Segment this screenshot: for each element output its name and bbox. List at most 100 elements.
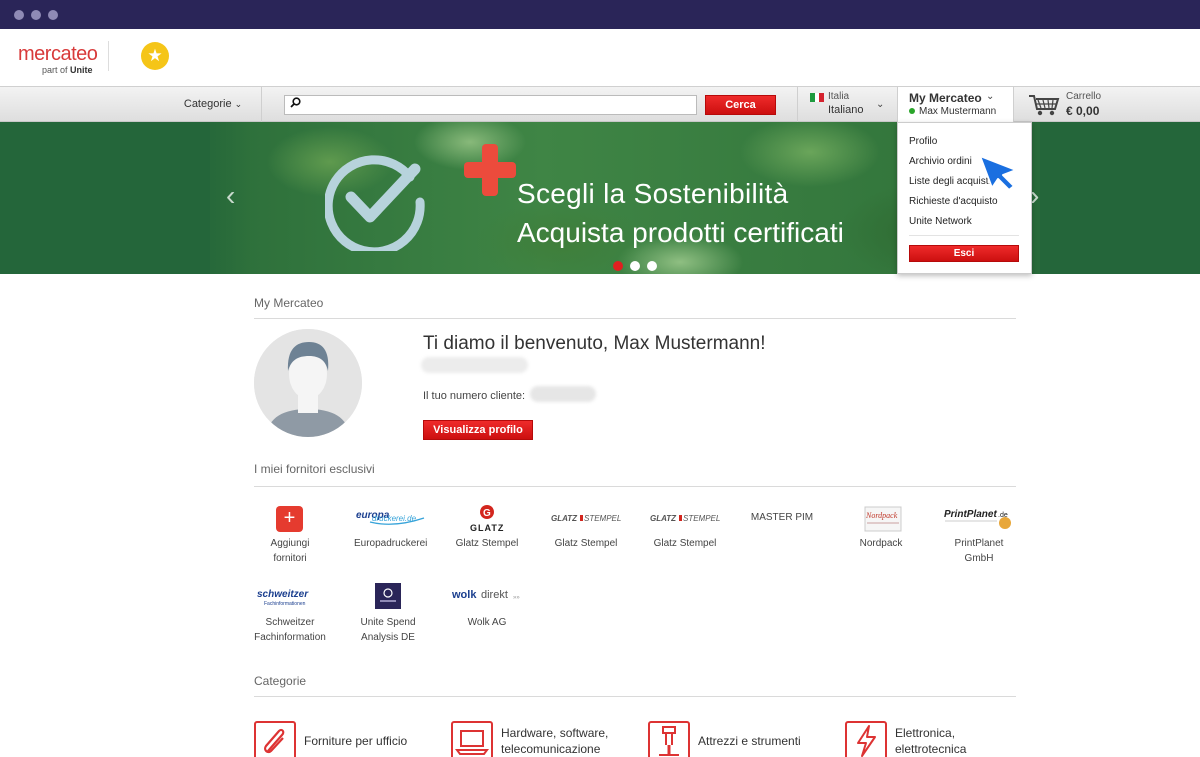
supplier-glatz-2[interactable]: GLATZ STEMPEL Glatz Stempel	[550, 504, 622, 551]
window-dot	[48, 10, 58, 20]
menu-item-order-archive[interactable]: Archivio ordini	[909, 156, 972, 167]
supplier-logo: schweitzer Fachinformationen	[254, 583, 326, 613]
carousel-dot[interactable]	[630, 261, 640, 271]
categories-label: Categorie	[183, 98, 232, 110]
search-button[interactable]: Cerca	[705, 95, 776, 115]
welcome-message: Ti diamo il benvenuto, Max Mustermann!	[423, 333, 766, 354]
window-titlebar	[0, 0, 1200, 29]
supplier-name: PrintPlanet GmbH	[954, 538, 1004, 564]
cart-amount: € 0,00	[1066, 104, 1100, 118]
section-title-suppliers: I miei fornitori esclusivi	[254, 462, 375, 476]
categories-menu-button[interactable]: Categorie ⌄	[165, 87, 262, 122]
supplier-name: Glatz Stempel	[653, 538, 717, 549]
menu-divider	[909, 235, 1019, 236]
logo-sub-prefix: part of	[42, 65, 68, 75]
search-input[interactable]	[305, 97, 693, 113]
supplier-glatz-3[interactable]: GLATZ STEMPEL Glatz Stempel	[649, 504, 721, 551]
section-divider	[254, 318, 1016, 319]
supplier-nordpack[interactable]: Nordpack Nordpack	[845, 504, 917, 551]
carousel-dot[interactable]	[647, 261, 657, 271]
logo-divider	[108, 41, 109, 71]
logout-button[interactable]: Esci	[909, 245, 1019, 262]
svg-text:»»: »»	[513, 595, 520, 601]
svg-text:GLATZ: GLATZ	[650, 514, 677, 523]
section-divider	[254, 486, 1016, 487]
svg-text:schweitzer: schweitzer	[257, 589, 309, 600]
country-label: Italia	[828, 91, 850, 102]
supplier-logo: GLATZ STEMPEL	[649, 504, 721, 534]
category-tools[interactable]: Attrezzi e strumenti	[648, 719, 828, 757]
supplier-logo	[352, 583, 424, 613]
svg-text:wolk: wolk	[451, 589, 477, 601]
menu-item-purchase-requests[interactable]: Richieste d'acquisto	[909, 196, 998, 207]
supplier-unite-spend[interactable]: Unite Spend Analysis DE	[352, 583, 424, 645]
supplier-logo: europa druckerei.de	[354, 504, 426, 534]
category-electronics[interactable]: Elettronica, elettrotecnica	[845, 719, 1015, 757]
redacted-company	[421, 357, 528, 373]
chevron-down-icon: ⌄	[986, 91, 995, 102]
category-name: Elettronica, elettrotecnica	[895, 726, 967, 756]
supplier-wolk[interactable]: wolk direkt »» Wolk AG	[451, 583, 523, 630]
star-icon[interactable]: ★	[141, 42, 169, 70]
supplier-name: Aggiungi fornitori	[270, 538, 310, 564]
menu-item-profile[interactable]: Profilo	[909, 136, 937, 147]
svg-text:STEMPEL: STEMPEL	[683, 514, 720, 523]
svg-text:STEMPEL: STEMPEL	[584, 514, 621, 523]
category-name: Attrezzi e strumenti	[698, 734, 801, 748]
search-icon	[290, 97, 301, 111]
avatar	[254, 329, 362, 437]
my-mercateo-title: My Mercateo	[909, 91, 982, 105]
svg-text:direkt: direkt	[481, 589, 508, 601]
logged-in-user: Max Mustermann	[909, 106, 996, 117]
chevron-down-icon: ⌄	[876, 99, 885, 110]
section-divider	[254, 696, 1016, 697]
search-box	[284, 95, 697, 115]
lightning-icon	[845, 721, 887, 757]
supplier-logo-text: MASTER PIM	[750, 512, 814, 523]
banner-subline: Acquista prodotti certificati	[517, 217, 844, 248]
carousel-dot-active[interactable]	[613, 261, 623, 271]
supplier-logo: GLATZ STEMPEL	[550, 504, 622, 534]
supplier-add[interactable]: + Aggiungi fornitori	[254, 504, 326, 566]
cart-button[interactable]: Carrello € 0,00	[1014, 87, 1124, 122]
section-title-my-mercateo: My Mercateo	[254, 296, 324, 310]
svg-text:PrintPlanet: PrintPlanet	[944, 509, 997, 520]
supplier-name: Glatz Stempel	[554, 538, 618, 549]
my-mercateo-menu[interactable]: My Mercateo ⌄ Max Mustermann	[897, 87, 1014, 123]
banner-headline: Scegli la Sostenibilità	[517, 178, 789, 209]
supplier-schweitzer[interactable]: schweitzer Fachinformationen Schweitzer F…	[254, 583, 326, 645]
redacted-customer-number	[530, 386, 596, 402]
svg-text:Nordpack: Nordpack	[865, 511, 898, 520]
supplier-logo: PrintPlanet .de	[943, 504, 1015, 534]
menu-item-unite-network[interactable]: Unite Network	[909, 216, 972, 227]
logo-wordmark: mercateo	[18, 43, 98, 65]
supplier-logo: G GLATZ	[451, 504, 523, 534]
site-header: mercateo part of Unite ★	[0, 29, 1200, 86]
chevron-left-icon[interactable]: ‹	[226, 180, 235, 212]
supplier-printplanet[interactable]: PrintPlanet .de PrintPlanet GmbH	[943, 504, 1015, 566]
cart-label: Carrello	[1066, 91, 1102, 102]
cart-icon	[1029, 95, 1060, 116]
my-mercateo-dropdown: Profilo Archivio ordini Liste degli acqu…	[897, 122, 1032, 274]
supplier-logo: Nordpack	[845, 504, 917, 534]
svg-text:G: G	[483, 508, 491, 519]
customer-number-label: Il tuo numero cliente:	[423, 390, 526, 402]
chevron-down-icon: ⌄	[234, 99, 243, 109]
category-office-supplies[interactable]: Forniture per ufficio	[254, 719, 444, 757]
logo-sub-brand: Unite	[70, 65, 93, 75]
supplier-logo: MASTER PIM	[746, 504, 818, 534]
view-profile-button[interactable]: Visualizza profilo	[423, 420, 533, 440]
category-name: Hardware, software, telecomunicazione	[501, 726, 609, 756]
supplier-name: Nordpack	[859, 538, 903, 549]
logo-subtitle: part of Unite	[42, 65, 93, 75]
banner-fade-left	[190, 122, 250, 274]
italy-flag-icon	[810, 93, 825, 102]
category-hardware[interactable]: Hardware, software, telecomunicazione	[451, 719, 631, 757]
supplier-glatz-1[interactable]: G GLATZ Glatz Stempel	[451, 504, 523, 551]
mercateo-logo[interactable]: mercateo part of Unite	[18, 43, 108, 77]
supplier-master-pim[interactable]: MASTER PIM	[746, 504, 818, 534]
supplier-name: Glatz Stempel	[455, 538, 519, 549]
supplier-name: Unite Spend Analysis DE	[360, 617, 416, 643]
locale-selector[interactable]: Italia Italiano ⌄	[797, 87, 897, 122]
supplier-europadruckerei[interactable]: europa druckerei.de Europadruckerei	[354, 504, 427, 551]
